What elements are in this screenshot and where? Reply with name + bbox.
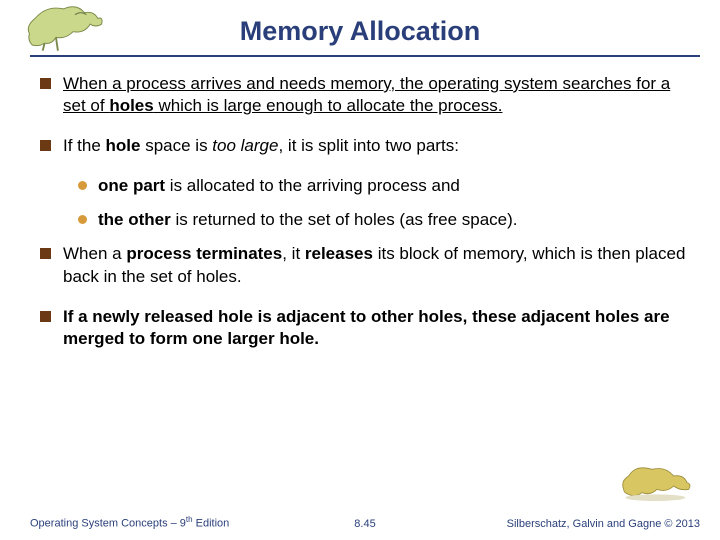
footer-page-number: 8.45 [354, 518, 375, 530]
slide: Memory Allocation When a process arrives… [0, 0, 720, 540]
sub-bullet-text: one part is allocated to the arriving pr… [98, 175, 690, 197]
footer-copyright: Silberschatz, Galvin and Gagne © 2013 [507, 518, 700, 530]
bullet-text: When a process arrives and needs memory,… [63, 73, 690, 117]
sub-bullet-item: the other is returned to the set of hole… [78, 209, 690, 231]
square-bullet-icon [40, 311, 51, 322]
square-bullet-icon [40, 248, 51, 259]
circle-bullet-icon [78, 215, 87, 224]
slide-content: When a process arrives and needs memory,… [40, 73, 690, 368]
sub-bullet-text: the other is returned to the set of hole… [98, 209, 690, 231]
bullet-text: If a newly released hole is adjacent to … [63, 306, 690, 350]
square-bullet-icon [40, 78, 51, 89]
bullet-item: If a newly released hole is adjacent to … [40, 306, 690, 350]
bullet-item: If the hole space is too large, it is sp… [40, 135, 690, 157]
bullet-text: When a process terminates, it releases i… [63, 243, 690, 287]
title-rule [30, 55, 700, 57]
dinosaur-icon [614, 456, 700, 506]
slide-footer: Operating System Concepts – 9th Edition … [30, 515, 700, 530]
sub-bullet-item: one part is allocated to the arriving pr… [78, 175, 690, 197]
slide-title: Memory Allocation [0, 16, 720, 47]
footer-left: Operating System Concepts – 9th Edition [30, 515, 229, 530]
bullet-text: If the hole space is too large, it is sp… [63, 135, 690, 157]
bullet-item: When a process arrives and needs memory,… [40, 73, 690, 117]
slide-header: Memory Allocation [0, 0, 720, 58]
circle-bullet-icon [78, 181, 87, 190]
square-bullet-icon [40, 140, 51, 151]
bullet-item: When a process terminates, it releases i… [40, 243, 690, 287]
